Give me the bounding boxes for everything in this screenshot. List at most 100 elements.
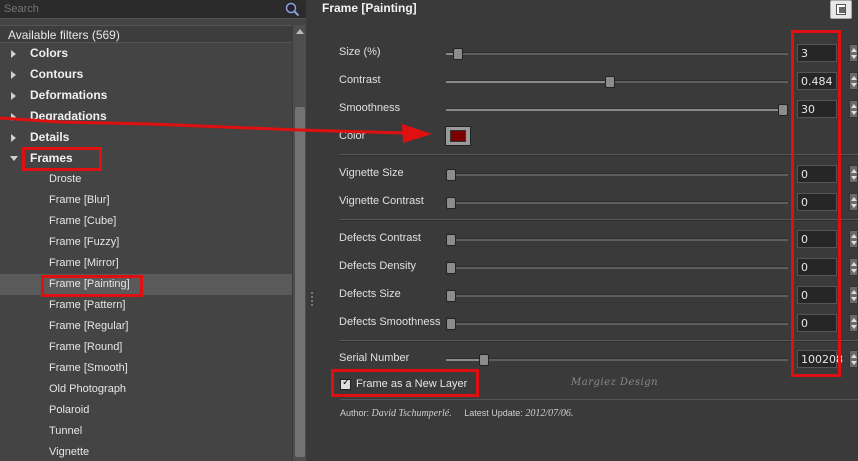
param-contrast: Contrast 0.484 [318,70,858,92]
tree-category-contours[interactable]: Contours [0,64,292,85]
filter-tree: Colors Contours Deformations Degradation… [0,43,292,461]
slider-fill [446,81,606,83]
splitter-grip-icon [311,292,313,306]
param-size: Size (%) 3 [318,42,858,64]
spinbox-arrows[interactable] [849,44,858,62]
tree-category-deformations[interactable]: Deformations [0,85,292,106]
slider-handle[interactable] [479,354,490,366]
slider-track[interactable] [446,234,788,246]
slider-handle[interactable] [446,262,456,274]
filter-credits: Author: David Tschumperlé. Latest Update… [340,408,573,419]
slider-track[interactable] [446,104,788,116]
slider-track[interactable] [446,169,788,181]
param-label: Vignette Contrast [339,195,424,207]
param-label: Vignette Size [339,167,404,179]
spinbox-arrows[interactable] [849,193,858,211]
search-bar [0,0,306,19]
tree-item[interactable]: Vignette [0,442,292,461]
slider-handle[interactable] [778,104,788,116]
param-label: Contrast [339,74,381,86]
annotation-box-values [791,30,841,377]
slider-fill [446,53,453,55]
spinbox-arrows[interactable] [849,350,858,368]
slider-handle[interactable] [605,76,616,88]
pane-splitter[interactable] [306,0,318,461]
param-label: Size (%) [339,46,381,58]
tree-item[interactable]: Frame [Pattern] [0,295,292,316]
annotation-box-frame-painting [41,275,143,297]
slider-handle[interactable] [446,169,456,181]
tree-item[interactable]: Frame [Round] [0,337,292,358]
param-label: Color [339,130,366,142]
chevron-right-icon [11,71,16,79]
slider-handle[interactable] [446,197,456,209]
chevron-right-icon [11,92,16,100]
tree-category-details[interactable]: Details [0,127,292,148]
available-filters-header: Available filters (569) [0,25,292,43]
slider-handle[interactable] [446,318,456,330]
chevron-right-icon [11,113,16,121]
spinbox-arrows[interactable] [849,165,858,183]
tree-item[interactable]: Frame [Fuzzy] [0,232,292,253]
search-input[interactable] [4,1,274,17]
tree-category-degradations[interactable]: Degradations [0,106,292,127]
tree-category-colors[interactable]: Colors [0,43,292,64]
tree-item[interactable]: Frame [Mirror] [0,253,292,274]
annotation-box-frames [22,147,102,171]
category-label: Colors [30,46,69,60]
category-label: Degradations [30,109,107,123]
param-defects-contrast: Defects Contrast 0 [318,228,858,250]
spinbox-arrows[interactable] [849,286,858,304]
tree-item[interactable]: Frame [Regular] [0,316,292,337]
param-smoothness: Smoothness 30 [318,98,858,120]
param-label: Serial Number [339,352,410,364]
param-defects-smoothness: Defects Smoothness 0 [318,312,858,334]
tree-item[interactable]: Polaroid [0,400,292,421]
chevron-right-icon [11,50,16,58]
slider-track[interactable] [446,76,788,88]
slider-track[interactable] [446,290,788,302]
author-label: Author: [340,408,370,418]
spinbox-arrows[interactable] [849,258,858,276]
color-picker-button[interactable] [445,126,471,146]
slider-track[interactable] [446,354,788,366]
param-serial-number: Serial Number 100208 [318,348,858,370]
separator [340,219,858,221]
slider-track[interactable] [446,318,788,330]
separator [340,340,858,342]
param-defects-density: Defects Density 0 [318,256,858,278]
tree-item[interactable]: Droste [0,169,292,190]
tree-item[interactable]: Frame [Smooth] [0,358,292,379]
slider-track[interactable] [446,48,788,60]
spinbox-arrows[interactable] [849,230,858,248]
spinbox-arrows[interactable] [849,100,858,118]
param-label: Defects Contrast [339,232,421,244]
search-icon[interactable] [284,1,300,17]
param-color: Color [318,126,858,148]
spinbox-arrows[interactable] [849,72,858,90]
slider-handle[interactable] [446,290,456,302]
tree-item[interactable]: Old Photograph [0,379,292,400]
update-label: Latest Update: [464,408,523,418]
category-label: Contours [30,67,84,81]
chevron-right-icon [11,134,16,142]
scrollbar-thumb[interactable] [295,107,305,457]
param-label: Smoothness [339,102,401,114]
slider-handle[interactable] [446,234,456,246]
chevron-down-icon [10,156,18,161]
tree-item[interactable]: Frame [Cube] [0,211,292,232]
slider-handle[interactable] [452,48,463,60]
gmic-dialog: Available filters (569) Colors Contours … [0,0,858,461]
update-date: 2012/07/06. [525,408,574,419]
param-label: Defects Size [339,288,401,300]
tree-scrollbar[interactable] [292,25,306,461]
slider-track[interactable] [446,262,788,274]
scroll-up-icon[interactable] [296,29,304,34]
param-label: Defects Density [339,260,417,272]
spinbox-arrows[interactable] [849,314,858,332]
tree-item[interactable]: Frame [Blur] [0,190,292,211]
category-label: Deformations [30,88,108,102]
slider-track[interactable] [446,197,788,209]
tree-item[interactable]: Tunnel [0,421,292,442]
param-label: Defects Smoothness [339,316,441,328]
